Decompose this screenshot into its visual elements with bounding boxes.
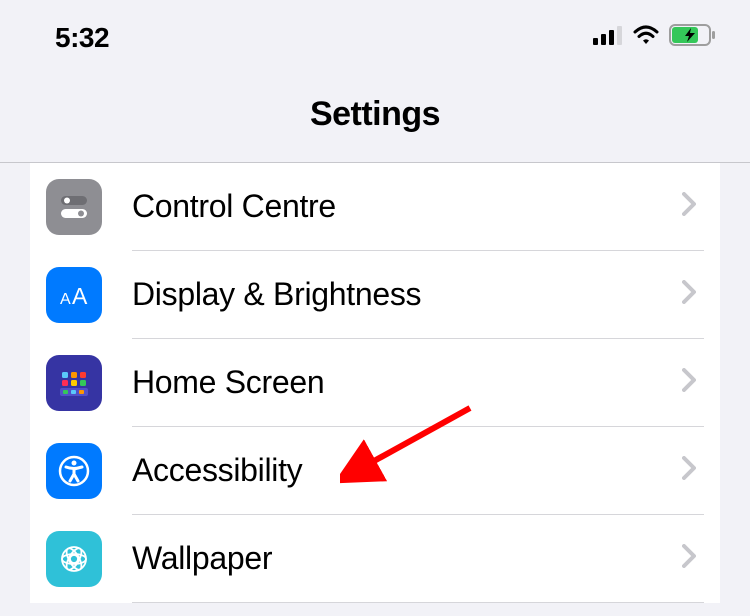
chevron-right-icon xyxy=(682,544,696,573)
settings-item-label: Accessibility xyxy=(132,452,302,489)
settings-item-home-screen[interactable]: Home Screen xyxy=(30,339,720,427)
status-bar: 5:32 xyxy=(0,0,750,65)
settings-item-label: Display & Brightness xyxy=(132,276,421,313)
chevron-right-icon xyxy=(682,192,696,221)
settings-item-control-centre[interactable]: Control Centre xyxy=(30,163,720,251)
svg-text:A: A xyxy=(72,283,88,309)
wallpaper-icon xyxy=(46,531,102,587)
control-centre-icon xyxy=(46,179,102,235)
accessibility-icon xyxy=(46,443,102,499)
status-icons xyxy=(593,24,715,51)
settings-item-label: Home Screen xyxy=(132,364,324,401)
battery-charging-icon xyxy=(669,24,715,51)
settings-item-label: Wallpaper xyxy=(132,540,272,577)
page-title: Settings xyxy=(0,95,750,134)
status-time: 5:32 xyxy=(55,22,109,54)
wifi-icon xyxy=(631,24,661,51)
settings-item-label: Control Centre xyxy=(132,188,336,225)
svg-text:A: A xyxy=(60,291,71,308)
settings-item-wallpaper[interactable]: Wallpaper xyxy=(30,515,720,603)
chevron-right-icon xyxy=(682,456,696,485)
home-screen-icon xyxy=(46,355,102,411)
display-brightness-icon: A A xyxy=(46,267,102,323)
chevron-right-icon xyxy=(682,368,696,397)
settings-list: Control Centre A A Display & Brightness xyxy=(30,163,720,603)
settings-item-display-brightness[interactable]: A A Display & Brightness xyxy=(30,251,720,339)
header: Settings xyxy=(0,65,750,163)
cellular-signal-icon xyxy=(593,25,623,50)
settings-item-accessibility[interactable]: Accessibility xyxy=(30,427,720,515)
chevron-right-icon xyxy=(682,280,696,309)
